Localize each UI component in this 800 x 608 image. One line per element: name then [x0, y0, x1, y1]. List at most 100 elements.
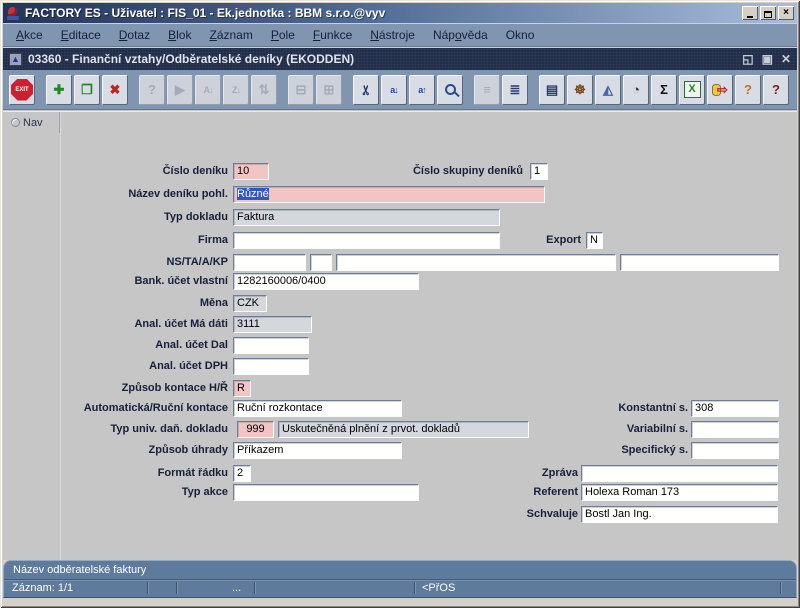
find-button[interactable]	[437, 74, 463, 105]
exit-button[interactable]: EXIT	[9, 74, 35, 105]
sigma-icon: Σ	[660, 82, 668, 97]
field-schvaluje[interactable]: Bostl Jan Ing.	[581, 506, 778, 523]
label-typ-univ-dan-dokladu: Typ univ. daň. dokladu	[110, 423, 228, 435]
sort-multi-button: ⇅	[251, 74, 277, 105]
delete-record-button[interactable]: ✖	[102, 74, 128, 105]
list-records-button[interactable]: ≣	[502, 74, 528, 105]
label-variabilni-s: Variabilní s.	[626, 423, 688, 435]
menu-blok[interactable]: Blok	[159, 25, 200, 45]
field-ns[interactable]	[233, 254, 306, 271]
field-firma[interactable]	[233, 232, 500, 249]
user-help-icon: ?	[744, 82, 752, 97]
menu-akce[interactable]: Akce	[7, 25, 52, 45]
clock-button[interactable]: ◔	[623, 74, 649, 105]
cut-button[interactable]: ✂	[353, 74, 379, 105]
menu-zaznam[interactable]: Záznam	[200, 25, 261, 45]
clipboard-document-button[interactable]: ▤	[539, 74, 565, 105]
menu-dotaz[interactable]: Dotaz	[110, 25, 159, 45]
status-hint: Název odběratelské faktury	[4, 561, 796, 580]
execute-query-icon: ▶	[175, 81, 185, 97]
list-of-values-button: ≡	[474, 74, 500, 105]
field-variabilni-s[interactable]	[691, 421, 779, 438]
minimize-icon	[747, 16, 753, 18]
field-anal-ucet-dal[interactable]	[233, 337, 309, 354]
menu-nastroje[interactable]: Nástroje	[361, 25, 424, 45]
help-icon: ?	[772, 82, 780, 97]
field-mena[interactable]: CZK	[233, 295, 267, 312]
sum-button[interactable]: Σ	[651, 74, 677, 105]
label-anal-ucet-dal: Anal. účet Dal	[155, 339, 228, 351]
field-referent[interactable]: Holexa Roman 173	[581, 484, 778, 501]
status-dots: ...	[232, 582, 242, 594]
label-referent: Referent	[533, 486, 578, 498]
excel-icon: X	[683, 81, 701, 98]
field-typ-univ-dan-dokladu[interactable]: 999	[237, 421, 274, 438]
field-zprava[interactable]	[581, 465, 778, 482]
field-format-radku[interactable]: 2	[233, 465, 251, 482]
field-specificky-s[interactable]	[691, 442, 779, 459]
enter-query-button: ?	[139, 74, 165, 105]
copy-button[interactable]: a↓	[381, 74, 407, 105]
tab-top-line	[3, 111, 797, 112]
label-format-radku: Formát řádku	[157, 467, 228, 479]
status-separator	[780, 582, 781, 594]
field-bank-ucet[interactable]: 1282160006/0400	[233, 273, 419, 290]
form-window-titlebar: ▲ 03360 - Finanční vztahy/Odběratelské d…	[3, 48, 797, 70]
field-anal-ucet-ma-dati[interactable]: 3111	[233, 316, 312, 333]
data-export-button[interactable]: ⇨	[707, 74, 733, 105]
form-minimize-button[interactable]: ◱	[742, 53, 753, 65]
window-title: FACTORY ES - Uživatel : FIS_01 - Ek.jedn…	[25, 6, 386, 20]
ship-wheel-button[interactable]: ☸	[567, 74, 593, 105]
field-zpusob-kontace[interactable]: R	[233, 380, 251, 397]
field-zpusob-uhrady[interactable]: Příkazem	[233, 442, 402, 459]
minimize-button[interactable]	[742, 6, 758, 20]
label-cislo-skupiny-deniku: Číslo skupiny deníků	[412, 165, 523, 177]
field-konstantni-s[interactable]: 308	[691, 400, 779, 417]
field-cislo-deniku[interactable]: 10	[233, 163, 269, 180]
menu-okno[interactable]: Okno	[497, 25, 544, 45]
delete-record-icon: ✖	[109, 81, 121, 97]
field-typ-univ-dan-dokladu-popis[interactable]: Uskutečněná plnění z prvot. dokladů	[278, 421, 529, 438]
label-konstantni-s: Konstantní s.	[618, 402, 688, 414]
menu-editace[interactable]: Editace	[52, 25, 110, 45]
close-button[interactable]: ×	[778, 6, 794, 20]
sort-ascending-button: A↓	[195, 74, 221, 105]
field-typ-dokladu[interactable]: Faktura	[233, 209, 500, 226]
menu-napoveda[interactable]: Nápověda	[424, 25, 497, 45]
label-anal-ucet-dph: Anal. účet DPH	[149, 360, 228, 372]
label-bank-ucet: Bank. účet vlastní	[134, 275, 228, 287]
label-mena: Měna	[199, 297, 228, 309]
form-close-button[interactable]: ✕	[781, 53, 791, 65]
excel-export-button[interactable]: X	[679, 74, 705, 105]
insert-record-button[interactable]: ✚	[46, 74, 72, 105]
maximize-button[interactable]	[760, 6, 776, 20]
field-automaticka-rucni-kontace[interactable]: Ruční rozkontace	[233, 400, 402, 417]
field-anal-ucet-dph[interactable]	[233, 358, 309, 375]
label-schvaluje: Schvaluje	[526, 508, 578, 520]
prism-button[interactable]: ◭	[595, 74, 621, 105]
help-button[interactable]: ?	[763, 74, 789, 105]
field-nazev-deniku[interactable]: Různé	[233, 186, 545, 203]
toolbar: EXIT ✚ ❐ ✖ ? ▶ A↓ Z↓ ⇅ ⊟ ⊞ ✂ a↓ a↑ ≡ ≣ ▤…	[3, 70, 797, 110]
status-separator	[414, 582, 415, 594]
field-ta[interactable]	[310, 254, 332, 271]
form-restore-button[interactable]: ▣	[762, 53, 773, 65]
status-separator	[254, 582, 255, 594]
insert-record-icon: ✚	[53, 81, 65, 97]
menu-funkce[interactable]: Funkce	[304, 25, 361, 45]
tab-nav[interactable]: Nav	[8, 112, 60, 133]
user-help-button[interactable]: ?	[735, 74, 761, 105]
field-kp[interactable]	[620, 254, 779, 271]
menu-pole[interactable]: Pole	[262, 25, 304, 45]
clock-icon: ◔	[632, 82, 640, 97]
form-window-title: 03360 - Finanční vztahy/Odběratelské den…	[28, 52, 355, 66]
paste-button[interactable]: a↑	[409, 74, 435, 105]
duplicate-record-button[interactable]: ❐	[74, 74, 100, 105]
label-automaticka-rucni-kontace: Automatická/Ruční kontace	[83, 402, 228, 414]
field-a[interactable]	[336, 254, 616, 271]
selected-text: Různé	[237, 188, 269, 200]
field-export[interactable]: N	[586, 232, 603, 249]
paste-icon: a↑	[418, 84, 426, 95]
field-typ-akce[interactable]	[233, 484, 419, 501]
field-cislo-skupiny-deniku[interactable]: 1	[530, 163, 548, 180]
